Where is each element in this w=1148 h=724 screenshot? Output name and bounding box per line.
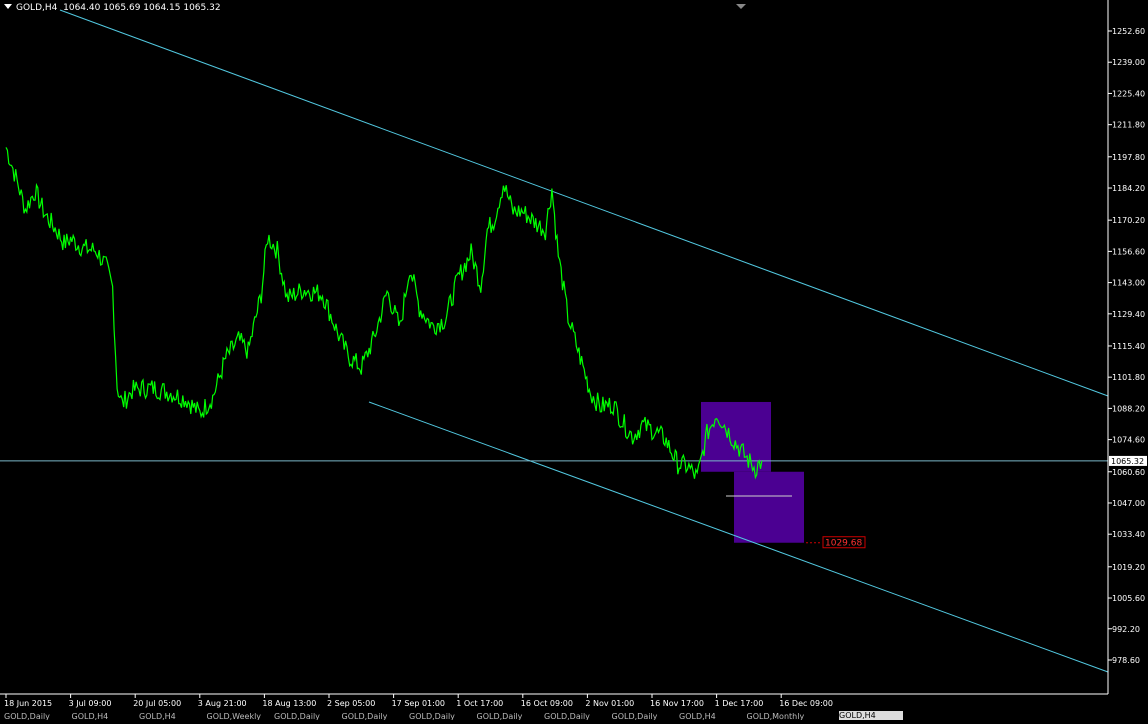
price-tick-label: 992.20 [1112, 625, 1140, 634]
chevron-down-icon[interactable] [4, 4, 12, 9]
chart-tab[interactable]: GOLD,Daily [544, 712, 604, 720]
time-tick-label: 1 Dec 17:00 [715, 699, 764, 708]
time-tick-label: 17 Sep 01:00 [392, 699, 445, 708]
chart-tab[interactable]: GOLD,Daily [477, 712, 537, 720]
price-tick-label: 1211.80 [1112, 121, 1145, 130]
trendlines [0, 9, 1109, 673]
time-tick-label: 20 Jul 05:00 [133, 699, 181, 708]
price-tick-label: 1101.80 [1112, 373, 1145, 382]
price-tick-label: 1005.60 [1112, 594, 1145, 603]
price-tick-label: 1019.20 [1112, 563, 1145, 572]
chart-tab[interactable]: GOLD,Monthly [747, 712, 807, 720]
chart-canvas[interactable]: 1029.68 1252.60 1239.00 1225.40 1211.80 1197… [0, 0, 1148, 720]
price-tick-label: 1060.60 [1112, 468, 1145, 477]
chart-tab[interactable]: GOLD,Daily [612, 712, 672, 720]
chart-tab[interactable]: GOLD,Weekly [207, 712, 267, 720]
chart-tab[interactable]: GOLD,H4 [139, 712, 199, 720]
symbol-header: GOLD,H4 1064.40 1065.69 1064.15 1065.32 [4, 3, 221, 13]
chart-tab[interactable]: GOLD,H4 [839, 711, 903, 720]
zone-lower [734, 471, 804, 543]
price-series [5, 147, 763, 480]
price-tick-label: 1088.20 [1112, 404, 1145, 413]
chart-tab[interactable]: GOLD,H4 [679, 712, 739, 720]
price-line [5, 147, 763, 480]
price-tick-label: 1143.00 [1112, 279, 1145, 288]
price-tick-label: 1170.20 [1112, 216, 1145, 225]
time-axis: 18 Jun 2015 3 Jul 09:00 20 Jul 05:00 3 Aug … [4, 694, 833, 708]
price-tick-label: 1047.00 [1112, 499, 1145, 508]
current-price-label: 1065.32 [1111, 457, 1144, 466]
ohlc-values: 1064.40 1065.69 1064.15 1065.32 [63, 3, 221, 13]
chart-tabs-bar: GOLD,Daily GOLD,H4 GOLD,H4 GOLD,Weekly GOLD,… [0, 711, 1148, 720]
time-tick-label: 3 Jul 09:00 [69, 699, 112, 708]
symbol-name: GOLD [16, 3, 43, 13]
time-tick-label: 16 Oct 09:00 [521, 699, 573, 708]
time-tick-label: 3 Aug 21:00 [198, 699, 247, 708]
price-tick-label: 978.60 [1112, 656, 1140, 665]
price-tick-label: 1156.60 [1112, 247, 1145, 256]
price-tick-label: 1074.60 [1112, 436, 1145, 445]
time-tick-label: 18 Aug 13:00 [262, 699, 316, 708]
target-price-label: 1029.68 [825, 539, 862, 549]
time-tick-label: 16 Nov 17:00 [650, 699, 704, 708]
price-tick-label: 1197.80 [1112, 153, 1145, 162]
chart-tab[interactable]: GOLD,Daily [274, 712, 334, 720]
price-tick-label: 1115.40 [1112, 342, 1145, 351]
time-tick-label: 1 Oct 17:00 [456, 699, 503, 708]
chart-tab[interactable]: GOLD,Daily [342, 712, 402, 720]
time-tick-label: 18 Jun 2015 [4, 699, 52, 708]
price-tick-label: 1239.00 [1112, 58, 1145, 67]
chart-tab[interactable]: GOLD,H4 [72, 712, 132, 720]
chart-area[interactable]: 1029.68 1252.60 1239.00 1225.40 1211.80 1197… [0, 0, 1148, 720]
price-tick-label: 1184.20 [1112, 184, 1145, 193]
zones: 1029.68 [701, 401, 866, 549]
timeframe: H4 [44, 3, 58, 13]
price-tick-label: 1252.60 [1112, 27, 1145, 36]
price-tick-label: 1033.40 [1112, 530, 1145, 539]
time-tick-label: 2 Sep 05:00 [327, 699, 375, 708]
price-tick-label: 1225.40 [1112, 89, 1145, 98]
shift-marker-icon [736, 4, 746, 9]
chart-tab[interactable]: GOLD,Daily [409, 712, 469, 720]
upper-trendline [59, 9, 1109, 397]
chart-tab[interactable]: GOLD,Daily [4, 712, 64, 720]
time-tick-label: 2 Nov 01:00 [585, 699, 634, 708]
price-tick-label: 1129.40 [1112, 310, 1145, 319]
time-tick-label: 16 Dec 09:00 [779, 699, 833, 708]
